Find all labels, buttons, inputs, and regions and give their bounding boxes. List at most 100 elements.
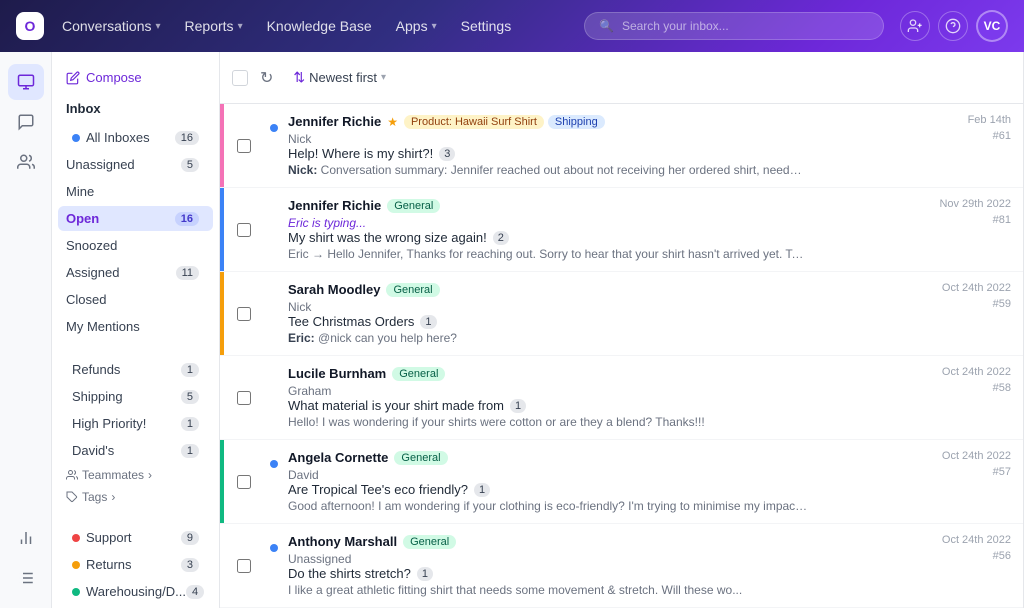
conv-header: Lucile Burnham General bbox=[288, 366, 930, 381]
sidebar-item-open[interactable]: Open 16 bbox=[58, 206, 213, 231]
row-checkbox[interactable] bbox=[237, 475, 251, 489]
conv-meta: Oct 24th 2022 #59 bbox=[938, 272, 1023, 355]
unread-col bbox=[264, 188, 284, 271]
search-icon: 🔍 bbox=[599, 19, 614, 33]
conversation-row[interactable]: Jennifer Richie General Eric is typing..… bbox=[220, 188, 1023, 272]
nav-knowledge-base[interactable]: Knowledge Base bbox=[257, 12, 382, 40]
conv-tag: General bbox=[386, 283, 439, 297]
sidebar-item-unassigned[interactable]: Unassigned 5 bbox=[58, 152, 213, 177]
row-checkbox[interactable] bbox=[237, 391, 251, 405]
sidebar-item-warehousing[interactable]: Warehousing/D... 4 bbox=[58, 579, 213, 604]
conv-meta: Feb 14th #61 bbox=[964, 104, 1023, 187]
inbox-title: Inbox bbox=[52, 97, 219, 124]
list-icon-btn[interactable] bbox=[8, 560, 44, 596]
sidebar-item-closed[interactable]: Closed bbox=[58, 287, 213, 312]
sidebar-item-snoozed[interactable]: Snoozed bbox=[58, 233, 213, 258]
sort-icon: ⇅ bbox=[293, 69, 305, 86]
refresh-button[interactable]: ↻ bbox=[256, 64, 277, 92]
conversation-row[interactable]: Anthony Marshall General Unassigned Do t… bbox=[220, 524, 1023, 608]
select-all-checkbox[interactable] bbox=[232, 70, 248, 86]
conv-tags: General bbox=[394, 451, 447, 465]
chevron-down-icon: ▾ bbox=[238, 21, 243, 32]
unread-col bbox=[264, 104, 284, 187]
conv-preview: Nick: Conversation summary: Jennifer rea… bbox=[288, 163, 808, 177]
status-dot bbox=[72, 561, 80, 569]
conversation-row[interactable]: Sarah Moodley General Nick Tee Christmas… bbox=[220, 272, 1023, 356]
conv-agent: Nick bbox=[288, 300, 930, 314]
help-button[interactable] bbox=[938, 11, 968, 41]
conv-meta: Nov 29th 2022 #81 bbox=[935, 188, 1023, 271]
user-avatar[interactable]: VC bbox=[976, 10, 1008, 42]
teammates-section[interactable]: Teammates › bbox=[52, 464, 219, 486]
contact-icon-btn[interactable] bbox=[8, 144, 44, 180]
icon-sidebar bbox=[0, 52, 52, 608]
unread-col bbox=[264, 440, 284, 523]
row-checkbox[interactable] bbox=[237, 307, 251, 321]
conversation-row[interactable]: Angela Cornette General David Are Tropic… bbox=[220, 440, 1023, 524]
conv-preview: Good afternoon! I am wondering if your c… bbox=[288, 499, 808, 513]
sidebar-item-support[interactable]: Support 9 bbox=[58, 525, 213, 550]
row-checkbox-col bbox=[224, 440, 264, 523]
sidebar-item-high-priority[interactable]: High Priority! 1 bbox=[58, 411, 213, 436]
conv-count: 1 bbox=[474, 483, 490, 497]
conv-subject: Do the shirts stretch? bbox=[288, 566, 411, 581]
row-checkbox[interactable] bbox=[237, 559, 251, 573]
inbox-icon-btn[interactable] bbox=[8, 64, 44, 100]
sidebar-item-returns[interactable]: Returns 3 bbox=[58, 552, 213, 577]
conv-subject-row: What material is your shirt made from 1 bbox=[288, 398, 930, 413]
sidebar-item-assigned[interactable]: Assigned 11 bbox=[58, 260, 213, 285]
main-layout: Compose Inbox All Inboxes 16 Unassigned … bbox=[0, 52, 1024, 608]
search-bar[interactable]: 🔍 Search your inbox... bbox=[584, 12, 884, 40]
nav-apps[interactable]: Apps ▾ bbox=[386, 12, 447, 40]
agent-typing: Eric is typing... bbox=[288, 216, 927, 230]
conv-subject-row: Are Tropical Tee's eco friendly? 1 bbox=[288, 482, 930, 497]
conversation-list: ↻ ⇅ Newest first ▾ Jennifer Richie ★ Pro… bbox=[220, 52, 1024, 608]
nav-conversations[interactable]: Conversations ▾ bbox=[52, 12, 171, 40]
conv-tags: General bbox=[392, 367, 445, 381]
sidebar-item-mine[interactable]: Mine bbox=[58, 179, 213, 204]
row-checkbox[interactable] bbox=[237, 223, 251, 237]
conv-agent: Nick bbox=[288, 132, 956, 146]
tags-section[interactable]: Tags › bbox=[52, 486, 219, 508]
nav-settings[interactable]: Settings bbox=[451, 12, 522, 40]
conv-name: Anthony Marshall bbox=[288, 534, 397, 549]
conv-body: Lucile Burnham General Graham What mater… bbox=[284, 356, 938, 439]
sidebar-item-my-mentions[interactable]: My Mentions bbox=[58, 314, 213, 339]
conv-tag: Shipping bbox=[548, 115, 605, 129]
conv-count: 3 bbox=[439, 147, 455, 161]
row-checkbox[interactable] bbox=[237, 139, 251, 153]
chevron-down-icon: ▾ bbox=[381, 72, 386, 83]
conv-meta: Oct 24th 2022 #56 bbox=[938, 524, 1023, 607]
conv-meta: Oct 24th 2022 #57 bbox=[938, 440, 1023, 523]
conv-count: 1 bbox=[420, 315, 436, 329]
reports-icon-btn[interactable] bbox=[8, 520, 44, 556]
top-navigation: O Conversations ▾ Reports ▾ Knowledge Ba… bbox=[0, 0, 1024, 52]
conv-scroll-area[interactable]: Jennifer Richie ★ Product: Hawaii Surf S… bbox=[220, 104, 1023, 608]
chat-icon-btn[interactable] bbox=[8, 104, 44, 140]
sidebar-item-shipping[interactable]: Shipping 5 bbox=[58, 384, 213, 409]
conv-body: Jennifer Richie General Eric is typing..… bbox=[284, 188, 935, 271]
conv-subject: Are Tropical Tee's eco friendly? bbox=[288, 482, 468, 497]
status-dot bbox=[72, 588, 80, 596]
conv-count: 1 bbox=[417, 567, 433, 581]
conversation-row[interactable]: Jennifer Richie ★ Product: Hawaii Surf S… bbox=[220, 104, 1023, 188]
conv-agent: Graham bbox=[288, 384, 930, 398]
conv-tag: General bbox=[387, 199, 440, 213]
conversation-row[interactable]: Lucile Burnham General Graham What mater… bbox=[220, 356, 1023, 440]
conv-tag: General bbox=[392, 367, 445, 381]
conv-subject: My shirt was the wrong size again! bbox=[288, 230, 487, 245]
sidebar-item-all-inboxes[interactable]: All Inboxes 16 bbox=[58, 125, 213, 150]
sort-button[interactable]: ⇅ Newest first ▾ bbox=[285, 65, 394, 90]
add-agent-button[interactable] bbox=[900, 11, 930, 41]
status-dot bbox=[72, 134, 80, 142]
app-logo: O bbox=[16, 12, 44, 40]
sidebar: Compose Inbox All Inboxes 16 Unassigned … bbox=[52, 52, 220, 608]
compose-button[interactable]: Compose bbox=[52, 64, 219, 97]
conv-name: Sarah Moodley bbox=[288, 282, 380, 297]
conv-subject: What material is your shirt made from bbox=[288, 398, 504, 413]
conv-agent: David bbox=[288, 468, 930, 482]
sidebar-item-refunds[interactable]: Refunds 1 bbox=[58, 357, 213, 382]
sidebar-item-davids[interactable]: David's 1 bbox=[58, 438, 213, 463]
nav-reports[interactable]: Reports ▾ bbox=[175, 12, 253, 40]
conv-date: Oct 24th 2022 bbox=[942, 282, 1011, 294]
